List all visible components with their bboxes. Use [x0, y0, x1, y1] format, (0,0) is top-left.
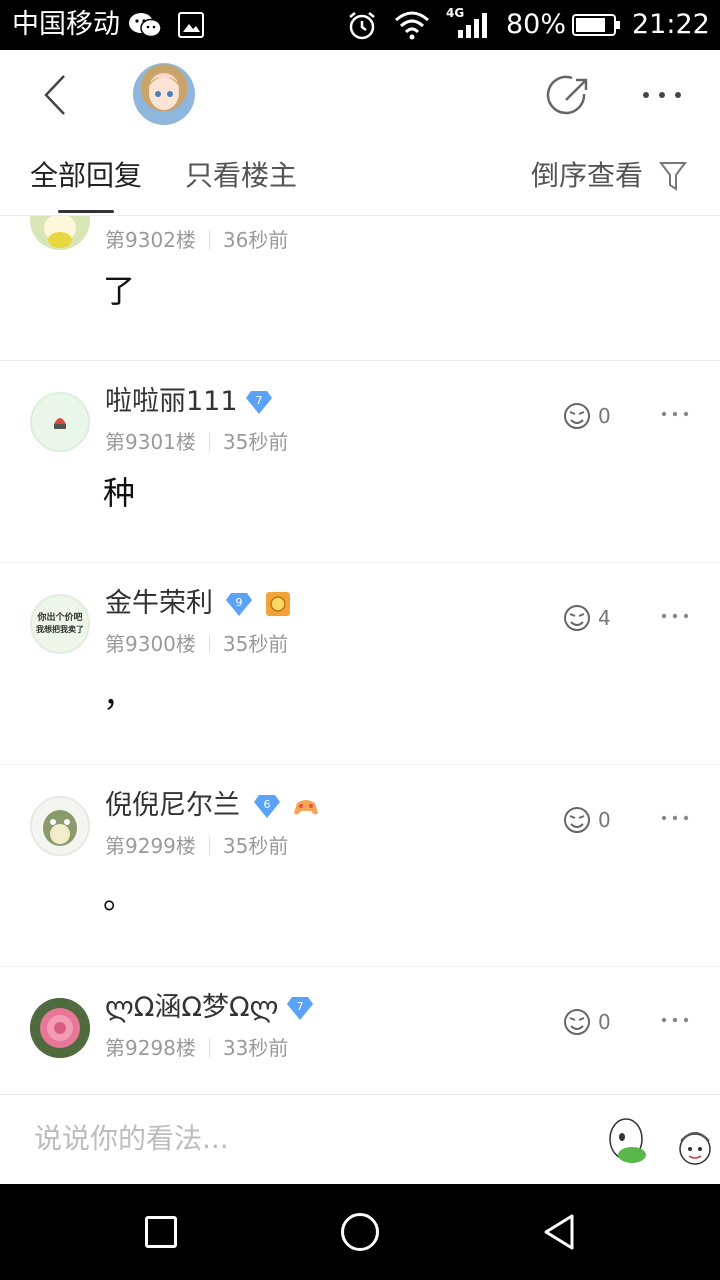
username[interactable]: 啦啦丽111 — [105, 385, 238, 419]
like-count: 0 — [598, 404, 611, 428]
avatar[interactable] — [30, 392, 90, 452]
reply-list[interactable]: 第9302楼 36秒前 了 0 啦啦丽111 7 第9301楼 35秒前 种 — [0, 216, 720, 1094]
floor-number: 第9300楼 — [105, 632, 196, 656]
medal-badge-icon[interactable] — [265, 591, 291, 617]
floor-number: 第9301楼 — [105, 430, 196, 454]
image-icon — [178, 12, 204, 38]
sort-reverse-button[interactable]: 倒序查看 — [531, 158, 643, 194]
alarm-icon — [349, 12, 375, 40]
avatar[interactable]: 你出个价吧 我想把我卖了 — [30, 594, 90, 654]
active-tab-indicator — [58, 210, 114, 213]
more-icon[interactable] — [660, 611, 690, 621]
post-time: 35秒前 — [222, 834, 289, 858]
list-item: 倪倪尼尔兰 6 第9299楼 35秒前 。 0 — [0, 765, 720, 967]
like-icon[interactable] — [560, 399, 594, 433]
avatar[interactable] — [30, 796, 90, 856]
sticker-icon[interactable] — [602, 1115, 654, 1169]
post-time: 36秒前 — [222, 228, 289, 252]
post-meta: 第9298楼 33秒前 — [105, 1035, 288, 1061]
floor-number: 第9299楼 — [105, 834, 196, 858]
clock: 21:22 — [632, 9, 710, 40]
emoji-sticker-icon[interactable] — [672, 1125, 718, 1169]
meta-divider — [208, 837, 210, 855]
meta-divider — [208, 1039, 210, 1057]
meta-divider — [208, 433, 210, 451]
carrier-label: 中国移动 — [12, 9, 120, 40]
level-number: 7 — [297, 1000, 304, 1013]
post-meta: 第9300楼 35秒前 — [105, 631, 288, 657]
post-time: 33秒前 — [222, 1036, 289, 1060]
recent-apps-icon[interactable] — [145, 1216, 177, 1248]
reply-tabs: 全部回复 只看楼主 倒序查看 — [0, 142, 720, 216]
username[interactable]: ლΩ涵Ω梦Ωლ — [105, 991, 278, 1025]
list-item: ლΩ涵Ω梦Ωლ 7 第9298楼 33秒前 0 — [0, 967, 720, 1094]
post-content: 。 — [103, 878, 136, 916]
username[interactable]: 金牛荣利 — [105, 587, 213, 621]
post-meta: 第9299楼 35秒前 — [105, 833, 288, 859]
meta-divider — [208, 231, 210, 249]
level-number: 6 — [264, 798, 271, 811]
like-count: 0 — [598, 808, 611, 832]
level-badge-icon[interactable]: 7 — [286, 995, 314, 1021]
list-item: 第9302楼36秒前 了 0 — [0, 216, 720, 361]
filter-icon[interactable] — [658, 160, 688, 192]
like-icon[interactable] — [560, 1005, 594, 1039]
signal-icon — [458, 13, 487, 38]
wifi-icon — [395, 11, 429, 40]
more-icon[interactable] — [660, 813, 690, 823]
level-badge-icon[interactable]: 9 — [225, 591, 253, 617]
post-content: 了 — [103, 272, 136, 310]
battery-level — [576, 18, 605, 32]
post-meta: 第9301楼 35秒前 — [105, 429, 288, 455]
system-nav-bar — [0, 1184, 720, 1280]
system-back-icon[interactable] — [540, 1212, 580, 1252]
level-number: 9 — [236, 596, 243, 609]
like-icon[interactable] — [560, 803, 594, 837]
like-count: 0 — [598, 1010, 611, 1034]
status-bar: 中国移动 4G 80% 21:22 — [0, 0, 720, 50]
avatar-caption-1: 你出个价吧 — [36, 611, 82, 623]
floor-number: 第9302楼 — [105, 228, 196, 252]
back-icon[interactable] — [34, 70, 78, 120]
more-icon[interactable] — [660, 409, 690, 419]
list-item: 啦啦丽111 7 第9301楼 35秒前 种 0 — [0, 361, 720, 563]
username[interactable]: 倪倪尼尔兰 — [105, 789, 240, 823]
post-meta: 第9302楼 36秒前 — [105, 227, 288, 253]
more-icon[interactable] — [640, 80, 684, 110]
like-icon[interactable] — [560, 601, 594, 635]
level-badge-icon[interactable]: 6 — [253, 793, 281, 819]
comment-input[interactable]: 说说你的看法... — [34, 1121, 229, 1157]
thread-avatar[interactable] — [133, 63, 195, 125]
top-nav — [0, 50, 720, 142]
tab-all-replies[interactable]: 全部回复 — [30, 158, 142, 194]
more-icon[interactable] — [660, 1015, 690, 1025]
avatar[interactable] — [30, 998, 90, 1058]
comment-bar: 说说你的看法... — [0, 1094, 720, 1184]
like-count: 4 — [598, 606, 611, 630]
home-icon[interactable] — [341, 1213, 379, 1251]
tab-owner-only[interactable]: 只看楼主 — [185, 158, 297, 194]
share-icon[interactable] — [546, 72, 594, 120]
level-badge-icon[interactable]: 7 — [245, 389, 273, 415]
gamepad-badge-icon[interactable] — [293, 793, 319, 819]
post-time: 35秒前 — [222, 430, 289, 454]
post-time: 35秒前 — [222, 632, 289, 656]
list-item: 你出个价吧 我想把我卖了 金牛荣利 9 第9300楼 35秒前 ， 4 — [0, 563, 720, 765]
level-number: 7 — [256, 394, 263, 407]
battery-percent: 80% — [506, 9, 567, 40]
floor-number: 第9298楼 — [105, 1036, 196, 1060]
wechat-icon — [129, 13, 162, 38]
battery-icon — [572, 14, 620, 36]
post-content: ， — [103, 676, 136, 714]
meta-divider — [208, 635, 210, 653]
post-content: 种 — [103, 474, 136, 512]
avatar-caption-2: 我想把我卖了 — [36, 624, 84, 634]
avatar[interactable] — [30, 216, 90, 250]
